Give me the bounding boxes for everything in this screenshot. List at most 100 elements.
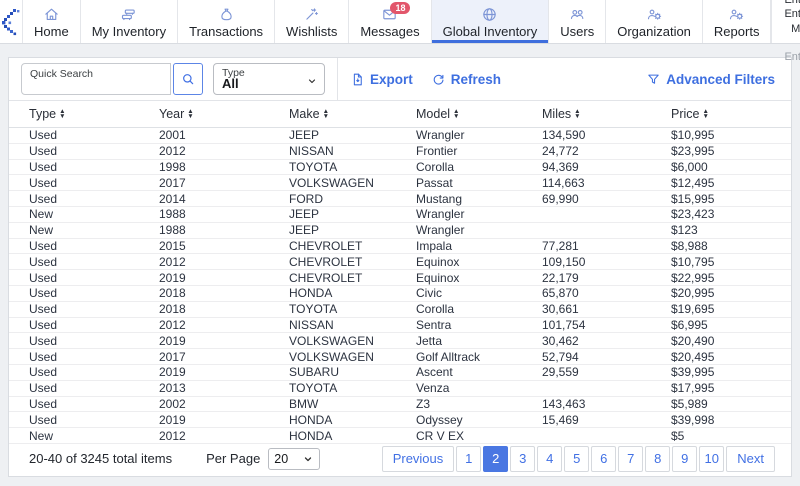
tab-messages[interactable]: 18 Messages xyxy=(348,0,430,43)
cell-type: Used xyxy=(29,270,58,285)
tab-label: Messages xyxy=(360,23,420,39)
column-label: Year xyxy=(159,107,185,121)
cell-price: $8,988 xyxy=(671,238,708,253)
account-name: Ennis Enterprise xyxy=(784,0,800,7)
tab-transactions[interactable]: Transactions xyxy=(177,0,274,43)
search-icon xyxy=(183,74,194,85)
cell-make: HONDA xyxy=(289,412,333,427)
page-button-1[interactable]: 1 xyxy=(456,445,482,472)
cell-make: CHEVROLET xyxy=(289,270,363,285)
column-header-make[interactable]: Make ▲ ▼ xyxy=(289,107,416,121)
table-row[interactable]: Used 2015 CHEVROLET Impala 77,281 $8,988 xyxy=(9,239,791,255)
cell-model: Z3 xyxy=(416,396,431,411)
cell-make: CHEVROLET xyxy=(289,254,363,269)
previous-page-button[interactable]: Previous xyxy=(381,445,455,472)
table-row[interactable]: Used 2001 JEEP Wrangler 134,590 $10,995 xyxy=(9,128,791,144)
table-row[interactable]: Used 2002 BMW Z3 143,463 $5,989 xyxy=(9,397,791,413)
app-logo[interactable] xyxy=(0,0,22,43)
cell-miles: 114,663 xyxy=(542,175,585,190)
table-row[interactable]: Used 2017 VOLKSWAGEN Passat 114,663 $12,495 xyxy=(9,175,791,192)
cell-type: Used xyxy=(29,128,58,143)
page-button-2[interactable]: 2 xyxy=(483,445,509,472)
cell-model: Impala xyxy=(416,238,453,253)
nav-tabs: Home My Inventory Transactions Wishlists 18 M… xyxy=(22,0,772,43)
cell-miles: 24,772 xyxy=(542,144,579,159)
money-bag-icon xyxy=(218,6,235,23)
account-info: Ennis Enterprise Enterprise Manager 6/2 … xyxy=(771,0,800,63)
table-row[interactable]: Used 2014 FORD Mustang 69,990 $15,995 xyxy=(9,191,791,207)
page-button-9[interactable]: 9 xyxy=(672,445,698,472)
cell-make: HONDA xyxy=(289,286,333,301)
cell-price: $10,995 xyxy=(671,128,715,143)
table-row[interactable]: Used 1998 TOYOTA Corolla 94,369 $6,000 xyxy=(9,160,791,176)
cell-make: NISSAN xyxy=(289,144,334,159)
page-button-4[interactable]: 4 xyxy=(537,445,563,472)
cell-year: 2012 xyxy=(159,144,186,159)
cell-type: Used xyxy=(29,144,58,159)
page-button-7[interactable]: 7 xyxy=(618,445,644,472)
table-row[interactable]: Used 2019 SUBARU Ascent 29,559 $39,995 xyxy=(9,365,791,381)
quick-search-field[interactable]: Quick Search xyxy=(21,63,171,95)
quick-search-input[interactable] xyxy=(28,78,163,93)
page-button-8[interactable]: 8 xyxy=(645,445,671,472)
search-button[interactable] xyxy=(173,63,203,95)
refresh-button[interactable]: Refresh xyxy=(431,72,501,87)
cell-model: Golf Alltrack xyxy=(416,349,481,364)
page-button-3[interactable]: 3 xyxy=(510,445,536,472)
table-row[interactable]: Used 2018 TOYOTA Corolla 30,661 $19,695 xyxy=(9,302,791,318)
per-page-select[interactable]: 20 xyxy=(268,447,321,470)
table-row[interactable]: Used 2017 VOLKSWAGEN Golf Alltrack 52,794 $20… xyxy=(9,349,791,365)
page-button-10[interactable]: 10 xyxy=(699,445,725,472)
cell-year: 2014 xyxy=(159,191,186,206)
table-row[interactable]: Used 2012 CHEVROLET Equinox 109,150 $10,795 xyxy=(9,254,791,271)
table-row[interactable]: Used 2019 CHEVROLET Equinox 22,179 $22,995 xyxy=(9,270,791,286)
tab-my-inventory[interactable]: My Inventory xyxy=(79,0,177,43)
column-header-year[interactable]: Year ▲ ▼ xyxy=(159,107,289,121)
tab-wishlists[interactable]: Wishlists xyxy=(274,0,348,43)
table-row[interactable]: New 1988 JEEP Wrangler $23,423 xyxy=(9,207,791,223)
table-row[interactable]: New 2012 HONDA CR V EX $5 xyxy=(9,428,791,444)
cell-make: BMW xyxy=(289,396,319,411)
cell-miles: 29,559 xyxy=(542,365,579,380)
cell-price: $5 xyxy=(671,428,685,443)
next-page-button[interactable]: Next xyxy=(726,445,775,472)
page-button-5[interactable]: 5 xyxy=(564,445,590,472)
tab-home[interactable]: Home xyxy=(22,0,80,43)
tab-users[interactable]: Users xyxy=(548,0,605,43)
cell-miles: 77,281 xyxy=(542,238,579,253)
cell-price: $39,998 xyxy=(671,412,715,427)
cell-type: Used xyxy=(29,333,58,348)
tab-reports[interactable]: Reports xyxy=(701,0,772,43)
pagination: Previous 1 2 3 4 5 6 7 8 9 10 Next xyxy=(381,445,775,472)
cell-year: 2017 xyxy=(159,349,186,364)
table-row[interactable]: Used 2018 HONDA Civic 65,870 $20,995 xyxy=(9,286,791,302)
table-row[interactable]: Used 2019 HONDA Odyssey 15,469 $39,998 xyxy=(9,412,791,429)
column-header-type[interactable]: Type ▲ ▼ xyxy=(29,107,159,121)
cell-miles: 65,870 xyxy=(542,286,579,301)
table-row[interactable]: Used 2012 NISSAN Sentra 101,754 $6,995 xyxy=(9,318,791,334)
cell-year: 1998 xyxy=(159,159,186,174)
page-button-6[interactable]: 6 xyxy=(591,445,617,472)
tab-label: Home xyxy=(34,23,69,39)
tab-global-inventory[interactable]: Global Inventory xyxy=(430,0,549,43)
global-inventory-panel: Quick Search Type All Export Refresh Adv… xyxy=(8,57,792,477)
cell-year: 2001 xyxy=(159,128,186,143)
advanced-filters-button[interactable]: Advanced Filters xyxy=(646,72,775,87)
tab-label: Transactions xyxy=(189,23,264,39)
tab-label: Users xyxy=(560,23,595,39)
column-header-miles[interactable]: Miles ▲ ▼ xyxy=(542,107,671,121)
tab-organization[interactable]: Organization xyxy=(605,0,702,43)
export-button[interactable]: Export xyxy=(350,72,413,87)
column-header-price[interactable]: Price ▲ ▼ xyxy=(671,107,791,121)
column-header-model[interactable]: Model ▲ ▼ xyxy=(416,107,542,121)
table-row[interactable]: Used 2012 NISSAN Frontier 24,772 $23,995 xyxy=(9,144,791,160)
cell-year: 2017 xyxy=(159,175,186,190)
type-filter-select[interactable]: Type All xyxy=(213,63,325,95)
per-page-label: Per Page xyxy=(206,451,261,467)
table-row[interactable]: Used 2019 VOLKSWAGEN Jetta 30,462 $20,490 xyxy=(9,333,791,350)
cell-miles: 15,469 xyxy=(542,412,579,427)
table-row[interactable]: New 1988 JEEP Wrangler $123 xyxy=(9,223,791,239)
table-row[interactable]: Used 2013 TOYOTA Venza $17,995 xyxy=(9,381,791,397)
cell-miles: 143,463 xyxy=(542,396,586,411)
cell-model: Mustang xyxy=(416,191,463,206)
